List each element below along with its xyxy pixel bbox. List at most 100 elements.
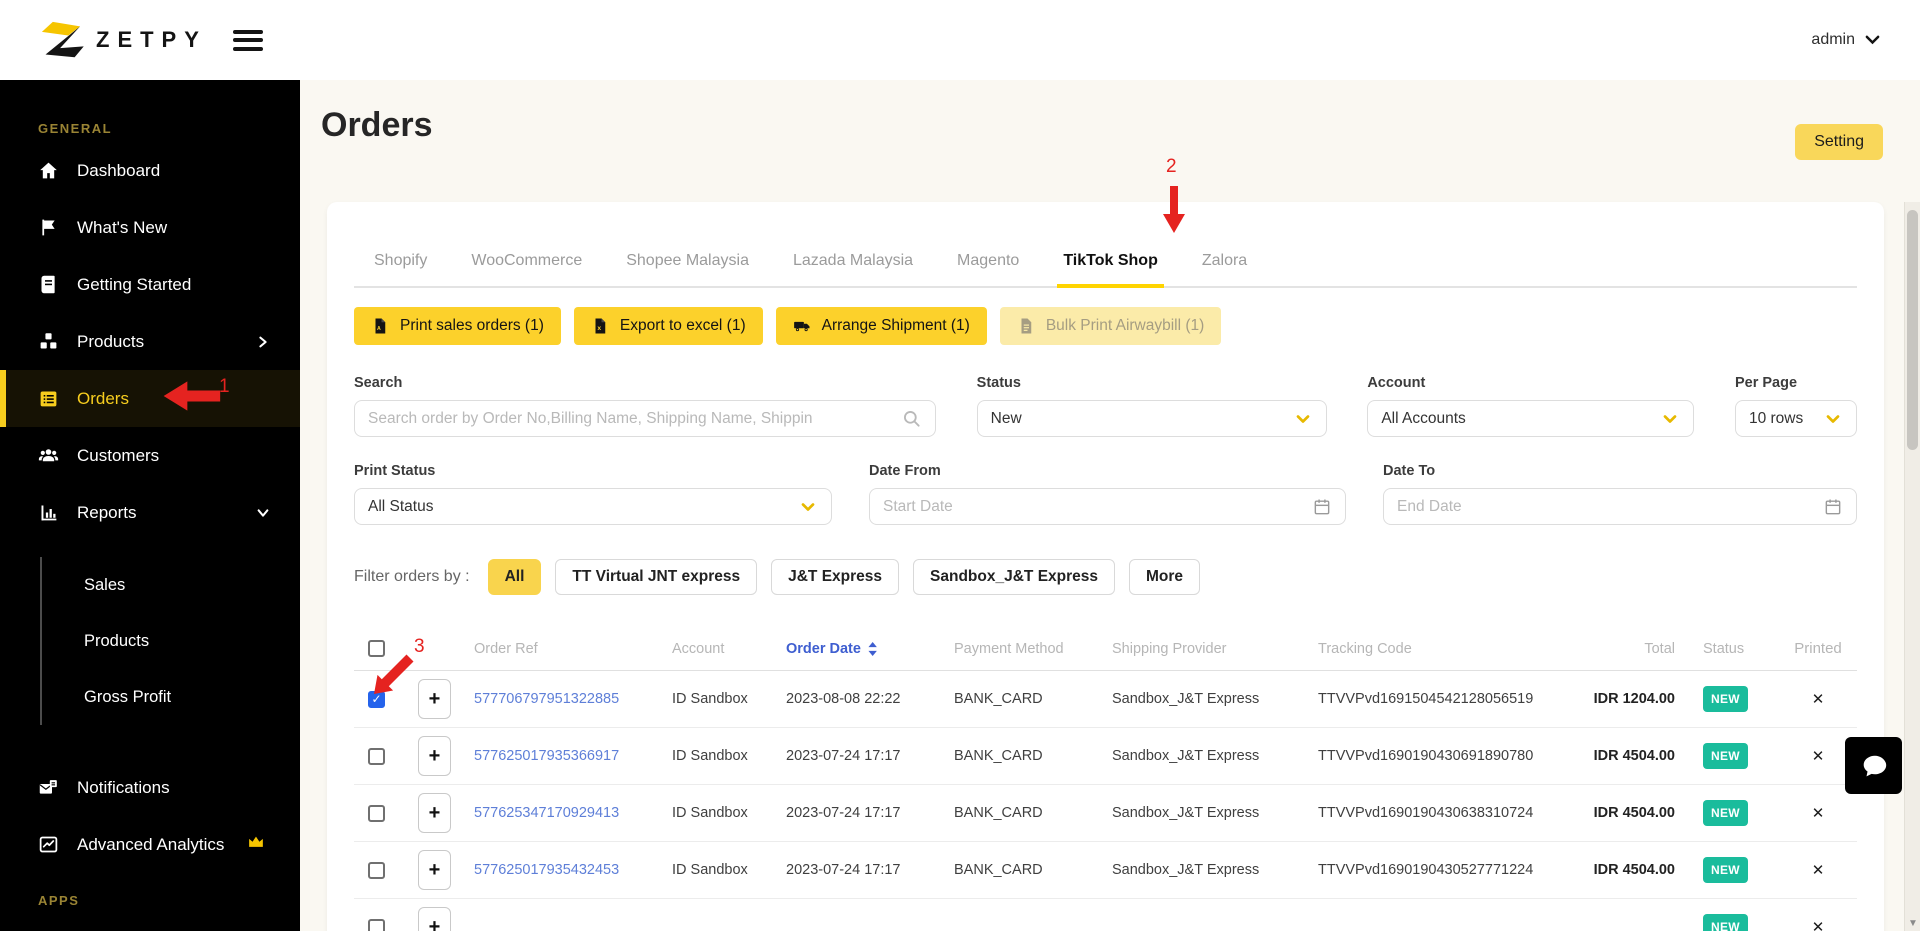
analytics-icon: [38, 834, 59, 855]
sidebar-item-notifications[interactable]: Notifications: [0, 759, 300, 816]
search-input[interactable]: [368, 409, 902, 428]
select-all-checkbox-cell: [354, 640, 410, 657]
per-page-label: Per Page: [1734, 375, 1798, 391]
orders-card: Shopify WooCommerce Shopee Malaysia Lazada …: [327, 202, 1884, 931]
sidebar-item-reports[interactable]: Reports: [0, 484, 300, 541]
print-sales-orders-button[interactable]: A Print sales orders (1): [354, 307, 561, 345]
tab-shopee-malaysia[interactable]: Shopee Malaysia: [626, 252, 749, 286]
excel-file-icon: x: [591, 317, 609, 335]
tracking-code: TTVVPvd1691504542128056519: [1318, 691, 1534, 707]
order-date: 2023-08-08 22:22: [786, 691, 901, 707]
order-ref-link[interactable]: 577706797951322885: [474, 691, 619, 707]
sidebar-item-label: Products: [77, 331, 145, 351]
expand-row-button[interactable]: +: [418, 850, 451, 890]
per-page-select[interactable]: 10 rows: [1734, 400, 1857, 437]
chevron-down-icon: [1293, 409, 1313, 429]
order-ref-link[interactable]: 577625017935366917: [474, 748, 619, 764]
export-to-excel-button[interactable]: x Export to excel (1): [573, 307, 763, 345]
action-button-label: Print sales orders (1): [400, 317, 544, 334]
shipping-filter-more[interactable]: More: [1129, 559, 1201, 595]
sidebar-item-customers[interactable]: Customers: [0, 427, 300, 484]
airwaybill-file-icon: [1017, 317, 1035, 335]
shipping-filter-tt-virtual-jnt-express[interactable]: TT Virtual JNT express: [555, 559, 758, 595]
filter-row-2: Print Status All Status Date From Date T…: [354, 463, 1857, 525]
sidebar-item-dashboard[interactable]: Dashboard: [0, 142, 300, 199]
sidebar-item-what-s-new[interactable]: What's New: [0, 199, 300, 256]
sidebar-subitem-gross-profit[interactable]: Gross Profit: [42, 669, 300, 725]
expand-row-button[interactable]: +: [418, 907, 451, 931]
status-badge: NEW: [1703, 686, 1748, 712]
scrollbar-down-arrow[interactable]: ▼: [1905, 918, 1920, 929]
scrollbar-thumb[interactable]: [1907, 210, 1918, 450]
account-select[interactable]: All Accounts: [1367, 400, 1695, 437]
orders-list-icon: [38, 388, 59, 409]
status-value: New: [990, 409, 1022, 427]
sidebar-item-label: Dashboard: [77, 160, 161, 180]
row-1-checkbox[interactable]: [368, 690, 385, 708]
chevron-down-icon: [798, 497, 818, 517]
sidebar-section-apps: APPS: [38, 893, 80, 908]
column-header-shipping-provider: Shipping Provider: [1112, 640, 1227, 657]
shipping-filter-sandbox-j-t-express[interactable]: Sandbox_J&T Express: [913, 559, 1116, 595]
sidebar-item-label: Getting Started: [77, 274, 192, 294]
table-row: +577625347170929413 ID Sandbox 2023-07-24 …: [354, 785, 1857, 842]
date-from-input[interactable]: [883, 497, 1312, 516]
user-menu[interactable]: admin: [1811, 31, 1880, 49]
shipping-filter-j-t-express[interactable]: J&T Express: [771, 559, 900, 595]
sidebar-item-products[interactable]: Products: [0, 313, 300, 370]
status-badge: NEW: [1703, 914, 1748, 931]
tab-shopify[interactable]: Shopify: [374, 252, 427, 286]
sidebar-item-advanced-analytics[interactable]: Advanced Analytics: [0, 816, 300, 873]
tab-magento[interactable]: Magento: [957, 252, 1019, 286]
expand-row-button[interactable]: +: [418, 736, 451, 776]
sidebar-subitem-products[interactable]: Products: [42, 613, 300, 669]
chat-widget-button[interactable]: [1845, 737, 1902, 794]
account-label: Account: [1367, 375, 1426, 391]
row-2-checkbox[interactable]: [368, 747, 385, 765]
sidebar-item-getting-started[interactable]: Getting Started: [0, 256, 300, 313]
column-header-order-date[interactable]: Order Date: [778, 641, 946, 657]
hamburger-menu-icon[interactable]: [232, 29, 263, 51]
setting-button[interactable]: Setting: [1795, 124, 1883, 160]
tab-lazada-malaysia[interactable]: Lazada Malaysia: [793, 252, 913, 286]
row-4-checkbox[interactable]: [368, 861, 385, 879]
bulk-print-airwaybill-button[interactable]: Bulk Print Airwaybill (1): [999, 307, 1222, 345]
arrange-shipment-button[interactable]: Arrange Shipment (1): [775, 307, 987, 345]
sidebar-item-label: Reports: [77, 502, 137, 522]
status-badge: NEW: [1703, 857, 1748, 883]
sidebar-item-orders[interactable]: Orders: [0, 370, 300, 427]
tracking-code: TTVVPvd1690190430527771224: [1318, 862, 1534, 878]
payment-method: BANK_CARD: [954, 748, 1043, 764]
sidebar-items: Dashboard What's New Getting Started Produc…: [0, 142, 300, 541]
order-ref-link[interactable]: 577625017935432453: [474, 862, 619, 878]
select-all-checkbox[interactable]: [368, 640, 385, 657]
payment-method: BANK_CARD: [954, 691, 1043, 707]
shipping-filter-all[interactable]: All: [487, 559, 542, 595]
column-header-tracking-code: Tracking Code: [1318, 640, 1412, 657]
shipping-provider: Sandbox_J&T Express: [1112, 748, 1260, 764]
chevron-down-icon: [1823, 409, 1843, 429]
reports-icon: [38, 502, 59, 523]
notifications-icon: [38, 777, 59, 798]
tab-woocommerce[interactable]: WooCommerce: [471, 252, 582, 286]
expand-row-button[interactable]: +: [418, 679, 451, 719]
row-3-checkbox[interactable]: [368, 804, 385, 822]
zetpy-logo[interactable]: ZETPY: [38, 20, 207, 60]
sidebar-subitem-sales[interactable]: Sales: [42, 557, 300, 613]
table-header-row: Order Ref Account Order Date Payment Method…: [354, 627, 1857, 671]
order-ref-link[interactable]: 577625347170929413: [474, 805, 619, 821]
row-5-checkbox[interactable]: [368, 918, 385, 931]
tab-tiktok-shop[interactable]: TikTok Shop: [1057, 252, 1164, 288]
date-to-input[interactable]: [1397, 497, 1823, 516]
account-value: All Accounts: [1381, 409, 1466, 427]
vertical-scrollbar[interactable]: ▼: [1904, 202, 1920, 931]
tab-zalora[interactable]: Zalora: [1202, 252, 1247, 286]
date-from-control: [869, 488, 1346, 525]
order-total: IDR 4504.00: [1593, 862, 1675, 878]
expand-row-button[interactable]: +: [418, 793, 451, 833]
order-total: IDR 1204.00: [1593, 691, 1675, 707]
top-header: ZETPY admin: [0, 0, 1920, 80]
calendar-icon: [1312, 497, 1332, 517]
status-select[interactable]: New: [976, 400, 1327, 437]
print-status-select[interactable]: All Status: [354, 488, 832, 525]
